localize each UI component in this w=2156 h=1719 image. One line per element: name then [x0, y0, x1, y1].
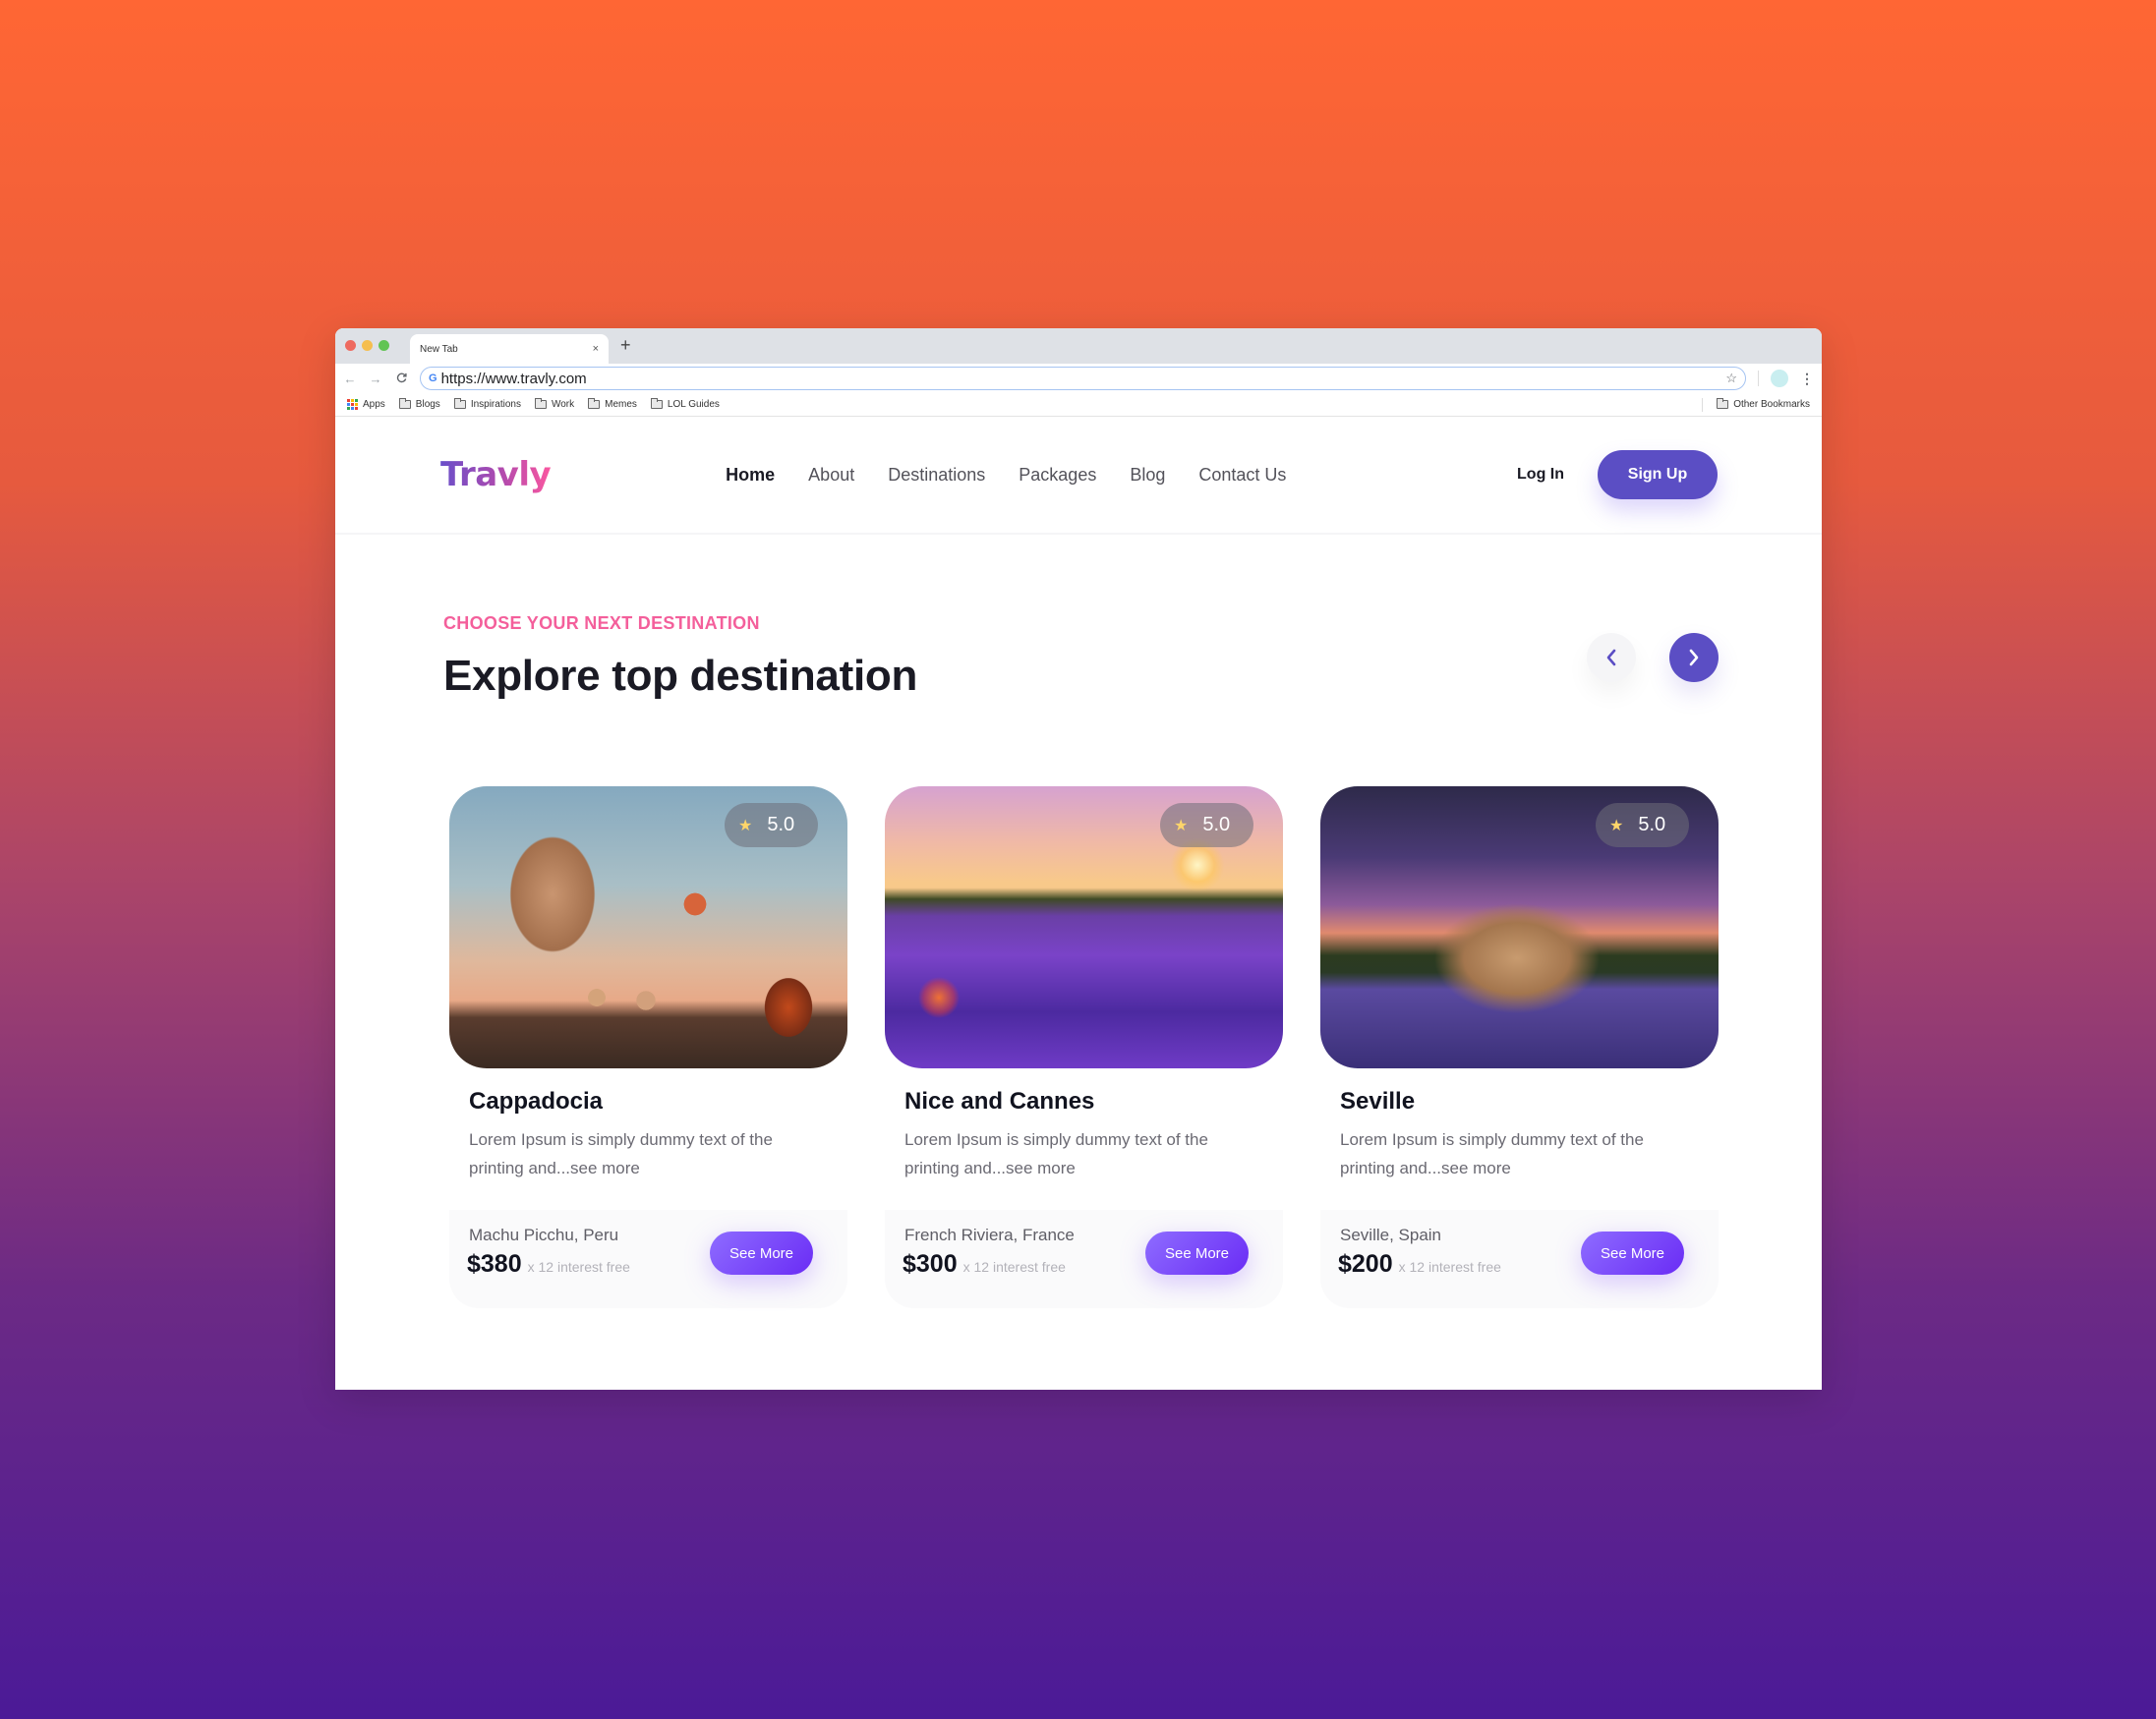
chevron-right-icon	[1689, 649, 1699, 666]
apps-icon	[347, 399, 358, 410]
nav-destinations[interactable]: Destinations	[888, 465, 985, 486]
nav-home[interactable]: Home	[726, 465, 775, 486]
card-description: Lorem Ipsum is simply dummy text of the …	[469, 1130, 773, 1177]
tab-title: New Tab	[420, 343, 458, 355]
browser-tab[interactable]: New Tab ×	[410, 334, 609, 364]
carousel-prev-button[interactable]	[1587, 633, 1636, 682]
card-description: Lorem Ipsum is simply dummy text of the …	[904, 1130, 1208, 1177]
card-footer: Seville, Spain $200 x 12 interest free S…	[1320, 1210, 1719, 1308]
browser-window: New Tab × + ← → G https://www.travly.com…	[335, 328, 1822, 1390]
card-installments: x 12 interest free	[962, 1259, 1066, 1275]
bookmark-star-icon[interactable]: ☆	[1725, 371, 1737, 386]
section-title: Explore top destination	[443, 652, 918, 700]
nav-packages[interactable]: Packages	[1019, 465, 1096, 486]
bookmark-label: Work	[551, 399, 575, 410]
card-title: Cappadocia	[469, 1088, 604, 1115]
bookmarks-bar: Apps Blogs Inspirations Work Memes LOL G…	[335, 393, 1822, 417]
close-window-button[interactable]	[345, 340, 356, 351]
reload-icon[interactable]	[394, 372, 408, 386]
back-arrow-icon[interactable]: ←	[343, 372, 357, 386]
bookmark-label: Memes	[605, 399, 637, 410]
google-icon: G	[429, 372, 437, 384]
forward-arrow-icon[interactable]: →	[369, 372, 382, 386]
bookmark-inspirations[interactable]: Inspirations	[453, 398, 521, 410]
see-more-button[interactable]: See More	[1581, 1232, 1684, 1275]
bookmark-label: LOL Guides	[667, 399, 720, 410]
card-footer: Machu Picchu, Peru $380 x 12 interest fr…	[449, 1210, 847, 1308]
url-text[interactable]: https://www.travly.com	[441, 371, 1726, 387]
folder-icon	[398, 398, 411, 409]
rating-value: 5.0	[1202, 814, 1231, 835]
folder-icon	[453, 398, 466, 409]
destination-card[interactable]: ★ 5.0 Cappadocia Lorem Ipsum is simply d…	[449, 786, 847, 1308]
see-more-button[interactable]: See More	[1145, 1232, 1249, 1275]
window-controls	[345, 340, 389, 351]
star-icon: ★	[1609, 817, 1624, 834]
card-installments: x 12 interest free	[1398, 1259, 1501, 1275]
browser-toolbar: ← → G https://www.travly.com ☆ ⋮	[335, 364, 1822, 393]
main-menu: Home About Destinations Packages Blog Co…	[726, 465, 1286, 486]
more-menu-icon[interactable]: ⋮	[1800, 371, 1814, 387]
destination-cards: ★ 5.0 Cappadocia Lorem Ipsum is simply d…	[449, 786, 1719, 1308]
card-installments: x 12 interest free	[527, 1259, 630, 1275]
bookmark-label: Other Bookmarks	[1733, 399, 1810, 410]
tab-bar: New Tab × +	[335, 328, 1822, 364]
card-price: $380	[467, 1250, 522, 1278]
site-logo[interactable]: Travly	[440, 455, 552, 494]
signup-button[interactable]: Sign Up	[1598, 450, 1718, 499]
destination-card[interactable]: ★ 5.0 Nice and Cannes Lorem Ipsum is sim…	[885, 786, 1283, 1308]
see-more-button[interactable]: See More	[710, 1232, 813, 1275]
folder-icon	[588, 398, 601, 409]
minimize-window-button[interactable]	[362, 340, 373, 351]
bookmark-lol-guides[interactable]: LOL Guides	[650, 398, 720, 410]
profile-avatar[interactable]	[1771, 370, 1788, 387]
rating-badge: ★ 5.0	[725, 803, 818, 847]
bookmark-other[interactable]: Other Bookmarks	[1717, 398, 1810, 410]
destination-image-palace[interactable]: ★ 5.0	[1320, 786, 1719, 1068]
destination-card[interactable]: ★ 5.0 Seville Lorem Ipsum is simply dumm…	[1320, 786, 1719, 1308]
chevron-left-icon	[1606, 649, 1616, 666]
destination-image-balloons[interactable]: ★ 5.0	[449, 786, 847, 1068]
card-footer: French Riviera, France $300 x 12 interes…	[885, 1210, 1283, 1308]
bookmark-memes[interactable]: Memes	[588, 398, 637, 410]
toolbar-divider	[1758, 371, 1759, 386]
bookmark-label: Blogs	[415, 399, 440, 410]
auth-actions: Log In Sign Up	[1517, 450, 1718, 499]
rating-badge: ★ 5.0	[1160, 803, 1253, 847]
rating-value: 5.0	[1638, 814, 1666, 835]
address-bar[interactable]: G https://www.travly.com ☆	[420, 367, 1746, 390]
bookmarks-divider	[1702, 397, 1704, 412]
card-description: Lorem Ipsum is simply dummy text of the …	[1340, 1130, 1644, 1177]
bookmark-apps[interactable]: Apps	[347, 399, 385, 410]
carousel-controls	[1587, 633, 1719, 682]
rating-value: 5.0	[767, 814, 795, 835]
nav-contact-us[interactable]: Contact Us	[1198, 465, 1286, 486]
destination-image-lavender[interactable]: ★ 5.0	[885, 786, 1283, 1068]
card-price: $300	[903, 1250, 958, 1278]
login-link[interactable]: Log In	[1517, 466, 1564, 484]
new-tab-button[interactable]: +	[620, 335, 631, 356]
star-icon: ★	[738, 817, 753, 834]
bookmark-label: Inspirations	[470, 399, 521, 410]
close-tab-icon[interactable]: ×	[593, 343, 599, 355]
folder-icon	[534, 398, 547, 409]
nav-about[interactable]: About	[808, 465, 854, 486]
bookmark-blogs[interactable]: Blogs	[398, 398, 440, 410]
star-icon: ★	[1174, 817, 1189, 834]
bookmark-work[interactable]: Work	[534, 398, 575, 410]
section-header: CHOOSE YOUR NEXT DESTINATION Explore top…	[443, 613, 917, 701]
bookmark-label: Apps	[363, 399, 385, 410]
folder-icon	[1717, 398, 1729, 409]
nav-blog[interactable]: Blog	[1130, 465, 1165, 486]
carousel-next-button[interactable]	[1669, 633, 1719, 682]
webpage: Travly Home About Destinations Packages …	[335, 417, 1822, 1390]
card-title: Seville	[1340, 1088, 1416, 1115]
card-title: Nice and Cannes	[904, 1088, 1095, 1115]
folder-icon	[650, 398, 663, 409]
card-price: $200	[1338, 1250, 1393, 1278]
rating-badge: ★ 5.0	[1596, 803, 1689, 847]
site-navbar: Travly Home About Destinations Packages …	[335, 417, 1822, 535]
section-eyebrow: CHOOSE YOUR NEXT DESTINATION	[443, 613, 760, 633]
maximize-window-button[interactable]	[379, 340, 389, 351]
